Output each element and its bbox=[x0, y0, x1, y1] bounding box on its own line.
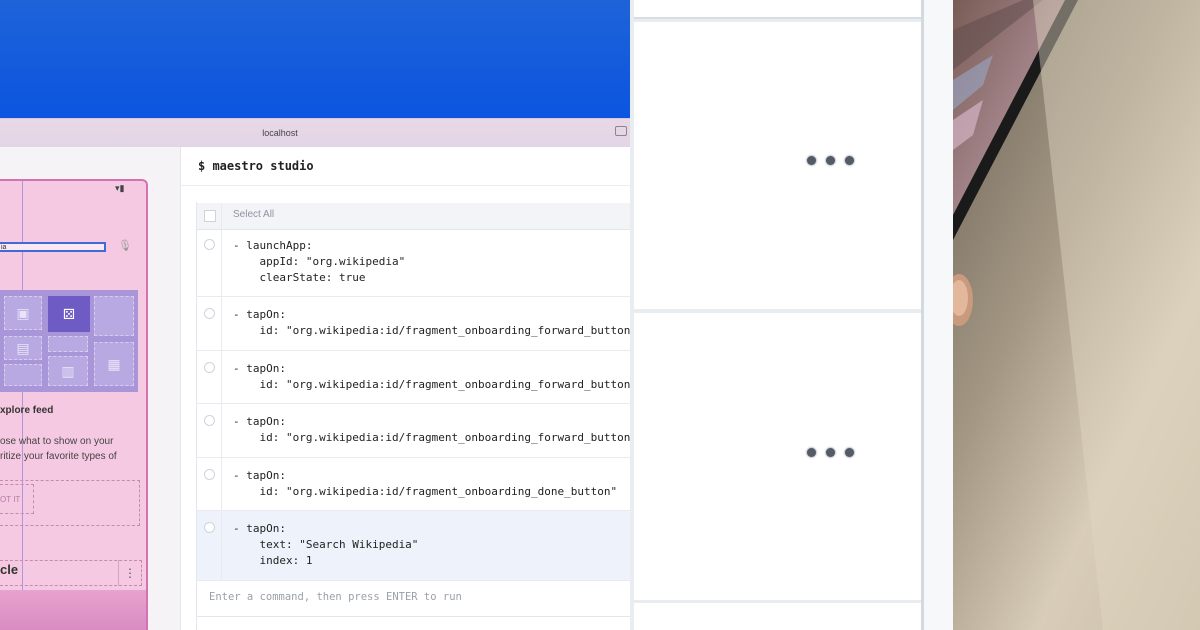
select-all-label[interactable]: Select All bbox=[233, 209, 274, 220]
calendar-icon: ▥ bbox=[48, 356, 88, 386]
command-row[interactable]: - launchApp: appId: "org.wikipedia" clea… bbox=[197, 230, 630, 297]
image-icon: ▣ bbox=[4, 296, 42, 330]
empty-tile bbox=[4, 364, 42, 386]
loading-indicator bbox=[807, 448, 854, 457]
studio-header: $ maestro studio bbox=[181, 147, 630, 186]
dice-icon: ⚄ bbox=[48, 296, 90, 332]
command-row[interactable]: - tapOn: id: "org.wikipedia:id/fragment_… bbox=[197, 351, 637, 404]
command-radio[interactable] bbox=[204, 469, 215, 480]
command-radio[interactable] bbox=[204, 362, 215, 373]
command-row[interactable]: - tapOn: id: "org.wikipedia:id/fragment_… bbox=[197, 297, 637, 351]
phone-photo bbox=[953, 0, 1200, 630]
status-bar: ▾▮ bbox=[115, 183, 124, 194]
feed-illustration: ▣ ⚄ ▤ ▦ ▥ bbox=[0, 290, 138, 392]
address-bar[interactable]: localhost bbox=[0, 119, 560, 147]
gutter bbox=[221, 203, 222, 229]
command-radio[interactable] bbox=[204, 239, 215, 250]
kebab-menu-icon[interactable]: ⋮ bbox=[118, 560, 141, 586]
gutter bbox=[221, 297, 222, 350]
command-row-selected[interactable]: - tapOn: text: "Search Wikipedia" index:… bbox=[197, 511, 630, 581]
command-radio[interactable] bbox=[204, 308, 215, 319]
studio-title: $ maestro studio bbox=[198, 159, 314, 173]
desktop-background bbox=[0, 0, 630, 118]
gutter bbox=[221, 458, 222, 510]
gutter bbox=[221, 511, 222, 580]
window-icon[interactable] bbox=[615, 126, 627, 136]
preview-card bbox=[634, 313, 921, 600]
command-input-row bbox=[197, 582, 630, 617]
panel-edge bbox=[924, 0, 953, 630]
empty-tile bbox=[94, 296, 134, 336]
preview-card bbox=[634, 603, 921, 630]
command-text: - tapOn: text: "Search Wikipedia" index:… bbox=[233, 522, 419, 567]
explore-feed-title: xplore feed bbox=[0, 405, 54, 416]
command-input[interactable] bbox=[209, 591, 619, 603]
command-row[interactable]: - tapOn: id: "org.wikipedia:id/fragment_… bbox=[197, 404, 637, 458]
article-title: cle bbox=[0, 562, 19, 577]
battery-icon: ▮ bbox=[119, 183, 125, 193]
preview-card bbox=[634, 0, 921, 19]
command-text: - tapOn: id: "org.wikipedia:id/fragment_… bbox=[233, 415, 637, 444]
news-icon: ▦ bbox=[94, 342, 134, 386]
command-radio[interactable] bbox=[204, 415, 215, 426]
explore-feed-description: ose what to show on your ritize your fav… bbox=[0, 436, 117, 462]
empty-tile bbox=[48, 336, 88, 352]
command-radio[interactable] bbox=[204, 522, 215, 533]
phone-photo-art bbox=[953, 0, 1200, 630]
command-text: - launchApp: appId: "org.wikipedia" clea… bbox=[233, 239, 406, 284]
search-input[interactable]: ia bbox=[0, 242, 106, 252]
gutter bbox=[221, 230, 222, 296]
preview-card bbox=[634, 22, 921, 309]
article-image bbox=[0, 590, 146, 630]
command-row[interactable]: - tapOn: id: "org.wikipedia:id/fragment_… bbox=[197, 458, 630, 511]
select-all-checkbox[interactable] bbox=[204, 210, 216, 222]
loading-indicator bbox=[807, 156, 854, 165]
command-text: - tapOn: id: "org.wikipedia:id/fragment_… bbox=[233, 469, 618, 498]
command-text: - tapOn: id: "org.wikipedia:id/fragment_… bbox=[233, 362, 637, 391]
mic-icon[interactable]: 🎙 bbox=[118, 239, 132, 252]
got-it-button[interactable]: OT IT bbox=[0, 484, 34, 514]
browser-toolbar: localhost bbox=[0, 118, 630, 148]
gutter bbox=[221, 351, 222, 403]
command-text: - tapOn: id: "org.wikipedia:id/fragment_… bbox=[233, 308, 637, 337]
card-icon: ▤ bbox=[4, 336, 42, 360]
gutter bbox=[221, 404, 222, 457]
